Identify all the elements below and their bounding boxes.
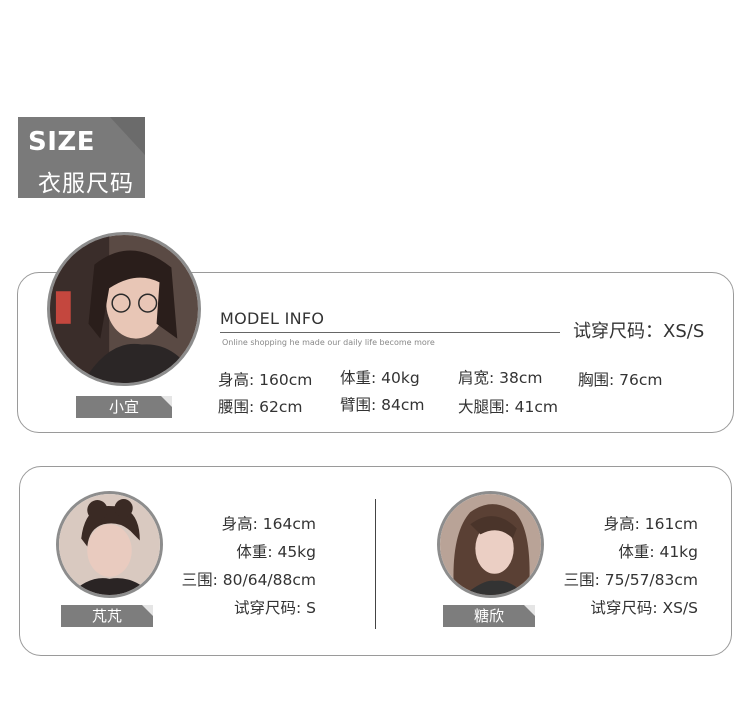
model-info-underline: [220, 332, 560, 333]
stat-arm: 臂围: 84cm: [340, 396, 425, 414]
m2-measurements: 三围: 80/64/88cm: [181, 571, 316, 589]
model-name-xiaoyi: 小宜: [108, 398, 139, 416]
m2-height: 身高: 164cm: [221, 515, 316, 533]
m2-weight: 体重: 45kg: [236, 543, 316, 561]
m3-measurements: 三围: 75/57/83cm: [563, 571, 698, 589]
tag-corner-shade: [110, 117, 145, 155]
model-avatar-xiaoyi: [47, 232, 201, 386]
m3-try-size: 试穿尺码: XS/S: [590, 599, 698, 617]
models-divider: [375, 499, 376, 629]
size-title-en: SIZE: [28, 127, 96, 157]
model-name-tag-tangxin: 糖欣: [443, 605, 535, 627]
name-tag-corner: [161, 396, 172, 407]
model-info-title: MODEL INFO: [220, 309, 325, 328]
stat-thigh: 大腿围: 41cm: [458, 398, 558, 416]
try-size-label: 试穿尺码：XS/S: [573, 321, 705, 342]
stat-shoulder: 肩宽: 38cm: [458, 369, 543, 387]
stat-chest: 胸围: 76cm: [578, 371, 663, 389]
size-title-zh: 衣服尺码: [38, 171, 134, 197]
stat-weight: 体重: 40kg: [340, 369, 420, 387]
model-name-tag-pengpeng: 芃芃: [61, 605, 153, 627]
stat-waist: 腰围: 62cm: [218, 398, 303, 416]
model-name-pengpeng: 芃芃: [91, 607, 122, 625]
model-name-tag-xiaoyi: 小宜: [76, 396, 172, 418]
stat-height: 身高: 160cm: [218, 371, 313, 389]
size-header-tag: SIZE 衣服尺码: [18, 117, 145, 198]
m3-height: 身高: 161cm: [603, 515, 698, 533]
m3-weight: 体重: 41kg: [618, 543, 698, 561]
model-name-tangxin: 糖欣: [473, 607, 504, 625]
model-info-subtitle: Online shopping he made our daily life b…: [222, 338, 435, 347]
m2-try-size: 试穿尺码: S: [234, 599, 316, 617]
